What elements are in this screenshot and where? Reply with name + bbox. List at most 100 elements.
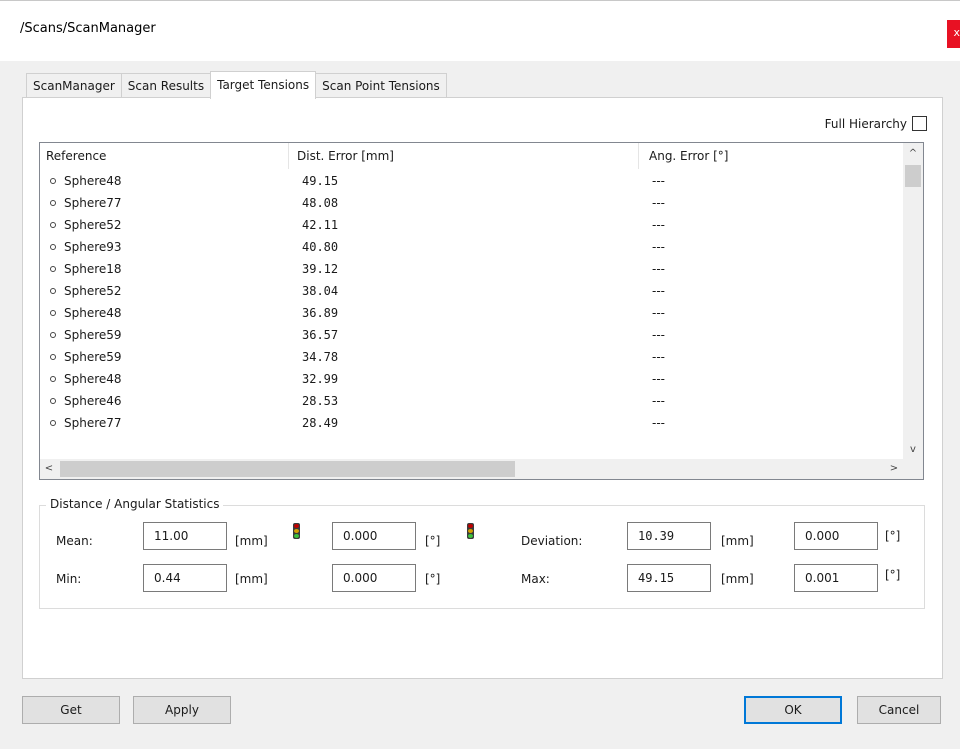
dist-error-cell: 49.15 <box>302 174 339 188</box>
list-item[interactable]: Sphere93 40.80 --- <box>40 236 900 258</box>
list-item[interactable]: Sphere59 34.78 --- <box>40 346 900 368</box>
close-button[interactable]: x <box>947 20 960 48</box>
ang-error-cell: --- <box>652 306 665 320</box>
reference-name: Sphere48 <box>64 306 122 320</box>
list-item[interactable]: Sphere18 39.12 --- <box>40 258 900 280</box>
tab-scan-manager[interactable]: ScanManager <box>26 73 122 99</box>
scrollbar-corner <box>903 459 923 479</box>
full-hierarchy-label: Full Hierarchy <box>824 116 907 131</box>
ok-button[interactable]: OK <box>744 696 842 724</box>
dist-error-cell: 39.12 <box>302 262 339 276</box>
reference-name: Sphere52 <box>64 218 122 232</box>
reference-cell: Sphere77 <box>50 192 122 214</box>
list-item[interactable]: Sphere46 28.53 --- <box>40 390 900 412</box>
scroll-down-icon[interactable]: v <box>903 441 923 459</box>
ang-error-cell: --- <box>652 240 665 254</box>
ang-error-cell: --- <box>652 174 665 188</box>
reference-cell: Sphere93 <box>50 236 122 258</box>
sphere-icon <box>50 420 56 426</box>
min-distance-field[interactable]: 0.44 <box>143 564 227 592</box>
scroll-left-icon[interactable]: < <box>40 459 58 479</box>
tab-scan-results[interactable]: Scan Results <box>120 73 212 99</box>
ang-error-cell: --- <box>652 394 665 408</box>
statistics-group-title: Distance / Angular Statistics <box>46 497 224 511</box>
sphere-icon <box>50 222 56 228</box>
sphere-icon <box>50 200 56 206</box>
column-header-dist-error[interactable]: Dist. Error [mm] <box>288 143 638 169</box>
apply-button[interactable]: Apply <box>133 696 231 724</box>
horizontal-scrollbar[interactable]: < > <box>40 459 903 479</box>
list-item[interactable]: Sphere77 48.08 --- <box>40 192 900 214</box>
list-item[interactable]: Sphere77 28.49 --- <box>40 412 900 434</box>
get-button[interactable]: Get <box>22 696 120 724</box>
sphere-icon <box>50 332 56 338</box>
mean-distance-field[interactable]: 11.00 <box>143 522 227 550</box>
dist-error-cell: 36.57 <box>302 328 339 342</box>
ang-error-cell: --- <box>652 328 665 342</box>
ang-error-cell: --- <box>652 196 665 210</box>
deviation-angular-field[interactable]: 0.000 <box>794 522 878 550</box>
ang-error-cell: --- <box>652 284 665 298</box>
reference-name: Sphere93 <box>64 240 122 254</box>
scroll-right-icon[interactable]: > <box>885 459 903 479</box>
reference-cell: Sphere46 <box>50 390 122 412</box>
reference-name: Sphere46 <box>64 394 122 408</box>
dist-error-cell: 28.49 <box>302 416 339 430</box>
tab-bar: ScanManager Scan Results Target Tensions… <box>26 71 447 99</box>
max-unit-deg: [°] <box>885 568 901 582</box>
list-item[interactable]: Sphere52 38.04 --- <box>40 280 900 302</box>
deviation-unit-deg: [°] <box>885 529 901 543</box>
tab-scan-point-tensions[interactable]: Scan Point Tensions <box>315 73 447 99</box>
reference-name: Sphere77 <box>64 416 122 430</box>
reference-name: Sphere52 <box>64 284 122 298</box>
reference-cell: Sphere18 <box>50 258 122 280</box>
target-tensions-panel: Full Hierarchy Reference Dist. Error [mm… <box>22 97 943 679</box>
column-header-ang-error[interactable]: Ang. Error [°] <box>638 143 900 169</box>
list-header: Reference Dist. Error [mm] Ang. Error [°… <box>40 143 900 169</box>
column-header-reference[interactable]: Reference <box>40 143 288 169</box>
horizontal-scroll-thumb[interactable] <box>60 461 515 477</box>
window-title: /Scans/ScanManager <box>20 21 156 36</box>
list-item[interactable]: Sphere52 42.11 --- <box>40 214 900 236</box>
ang-error-cell: --- <box>652 218 665 232</box>
statistics-group: Distance / Angular Statistics Mean: 11.0… <box>39 497 925 609</box>
tab-target-tensions[interactable]: Target Tensions <box>210 71 317 99</box>
min-unit-deg: [°] <box>425 572 441 586</box>
tensions-list[interactable]: Reference Dist. Error [mm] Ang. Error [°… <box>39 142 924 480</box>
ang-error-cell: --- <box>652 416 665 430</box>
mean-label: Mean: <box>56 534 93 548</box>
sphere-icon <box>50 266 56 272</box>
mean-angular-field[interactable]: 0.000 <box>332 522 416 550</box>
min-angular-field[interactable]: 0.000 <box>332 564 416 592</box>
sphere-icon <box>50 354 56 360</box>
ang-error-cell: --- <box>652 350 665 364</box>
dist-error-cell: 48.08 <box>302 196 339 210</box>
max-distance-field[interactable]: 49.15 <box>627 564 711 592</box>
traffic-light-icon <box>467 523 474 539</box>
list-item[interactable]: Sphere48 49.15 --- <box>40 170 900 192</box>
cancel-button[interactable]: Cancel <box>857 696 941 724</box>
reference-name: Sphere48 <box>64 372 122 386</box>
max-label: Max: <box>521 572 550 586</box>
min-unit-mm: [mm] <box>235 572 268 586</box>
max-angular-field[interactable]: 0.001 <box>794 564 878 592</box>
deviation-distance-field[interactable]: 10.39 <box>627 522 711 550</box>
reference-cell: Sphere48 <box>50 368 122 390</box>
full-hierarchy-checkbox[interactable] <box>912 116 927 131</box>
full-hierarchy-toggle[interactable]: Full Hierarchy <box>825 116 927 131</box>
title-bar: /Scans/ScanManager x <box>0 0 960 61</box>
list-item[interactable]: Sphere59 36.57 --- <box>40 324 900 346</box>
scroll-up-icon[interactable]: ^ <box>903 145 923 163</box>
ang-error-cell: --- <box>652 372 665 386</box>
reference-cell: Sphere48 <box>50 170 122 192</box>
list-item[interactable]: Sphere48 36.89 --- <box>40 302 900 324</box>
vertical-scroll-thumb[interactable] <box>905 165 921 187</box>
dist-error-cell: 40.80 <box>302 240 339 254</box>
list-item[interactable]: Sphere48 32.99 --- <box>40 368 900 390</box>
reference-cell: Sphere48 <box>50 302 122 324</box>
reference-cell: Sphere59 <box>50 346 122 368</box>
reference-name: Sphere77 <box>64 196 122 210</box>
close-icon: x <box>953 26 960 39</box>
mean-unit-mm: [mm] <box>235 534 268 548</box>
vertical-scrollbar[interactable]: ^ v <box>903 143 923 459</box>
